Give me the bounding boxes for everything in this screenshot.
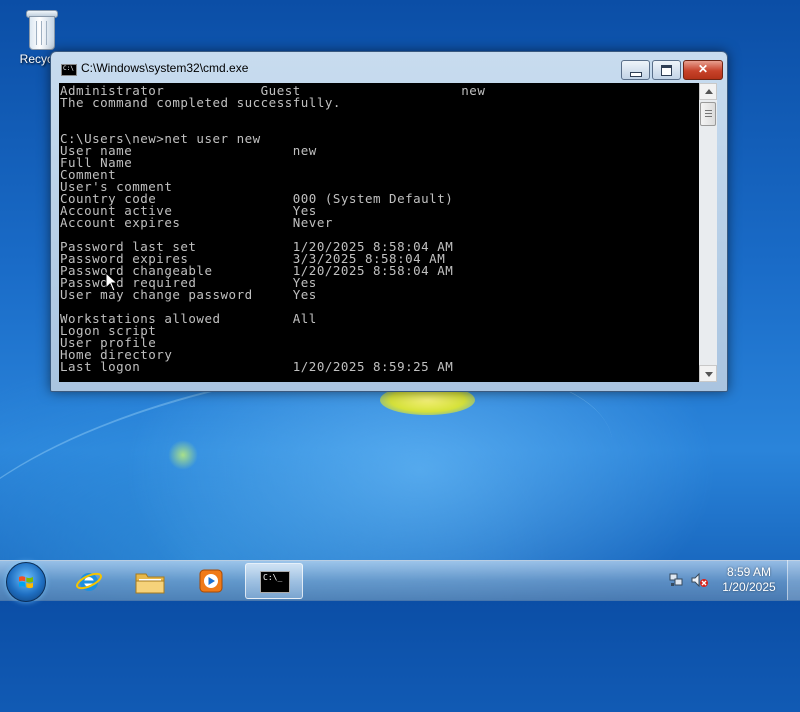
clock-date: 1/20/2025 xyxy=(722,580,776,594)
media-player-icon xyxy=(199,569,223,593)
wallpaper-glow-small xyxy=(168,440,198,470)
cmd-window-icon xyxy=(61,64,77,76)
volume-muted-icon[interactable] xyxy=(691,572,709,588)
start-button[interactable] xyxy=(6,562,46,602)
show-desktop-button[interactable] xyxy=(787,560,800,600)
minimize-button[interactable] xyxy=(621,60,650,80)
maximize-button[interactable] xyxy=(652,60,681,80)
console-output[interactable]: Administrator Guest new The command comp… xyxy=(59,83,699,382)
cmd-window[interactable]: C:\Windows\system32\cmd.exe Administrato… xyxy=(50,51,728,392)
network-icon[interactable] xyxy=(668,572,684,588)
window-title: C:\Windows\system32\cmd.exe xyxy=(81,61,249,75)
taskbar-windows-explorer[interactable] xyxy=(121,563,179,599)
folder-icon xyxy=(135,573,165,594)
command-prompt-icon xyxy=(260,571,290,593)
taskbar-clock[interactable]: 8:59 AM 1/20/2025 xyxy=(716,565,782,595)
close-button[interactable] xyxy=(683,60,723,80)
console-text: Administrator Guest new The command comp… xyxy=(60,83,486,374)
windows-logo-icon xyxy=(19,576,33,589)
clock-time: 8:59 AM xyxy=(726,565,772,579)
vertical-scrollbar[interactable] xyxy=(699,83,717,382)
scroll-up-arrow-icon[interactable] xyxy=(699,83,717,100)
taskbar-windows-media-player[interactable] xyxy=(182,563,240,599)
taskbar-command-prompt[interactable] xyxy=(245,563,303,599)
internet-explorer-icon xyxy=(76,572,102,591)
scroll-down-arrow-icon[interactable] xyxy=(699,365,717,382)
window-titlebar[interactable]: C:\Windows\system32\cmd.exe xyxy=(51,52,727,82)
recycle-bin-icon xyxy=(24,6,58,50)
taskbar-internet-explorer[interactable] xyxy=(60,563,118,599)
scrollbar-thumb[interactable] xyxy=(700,102,716,126)
